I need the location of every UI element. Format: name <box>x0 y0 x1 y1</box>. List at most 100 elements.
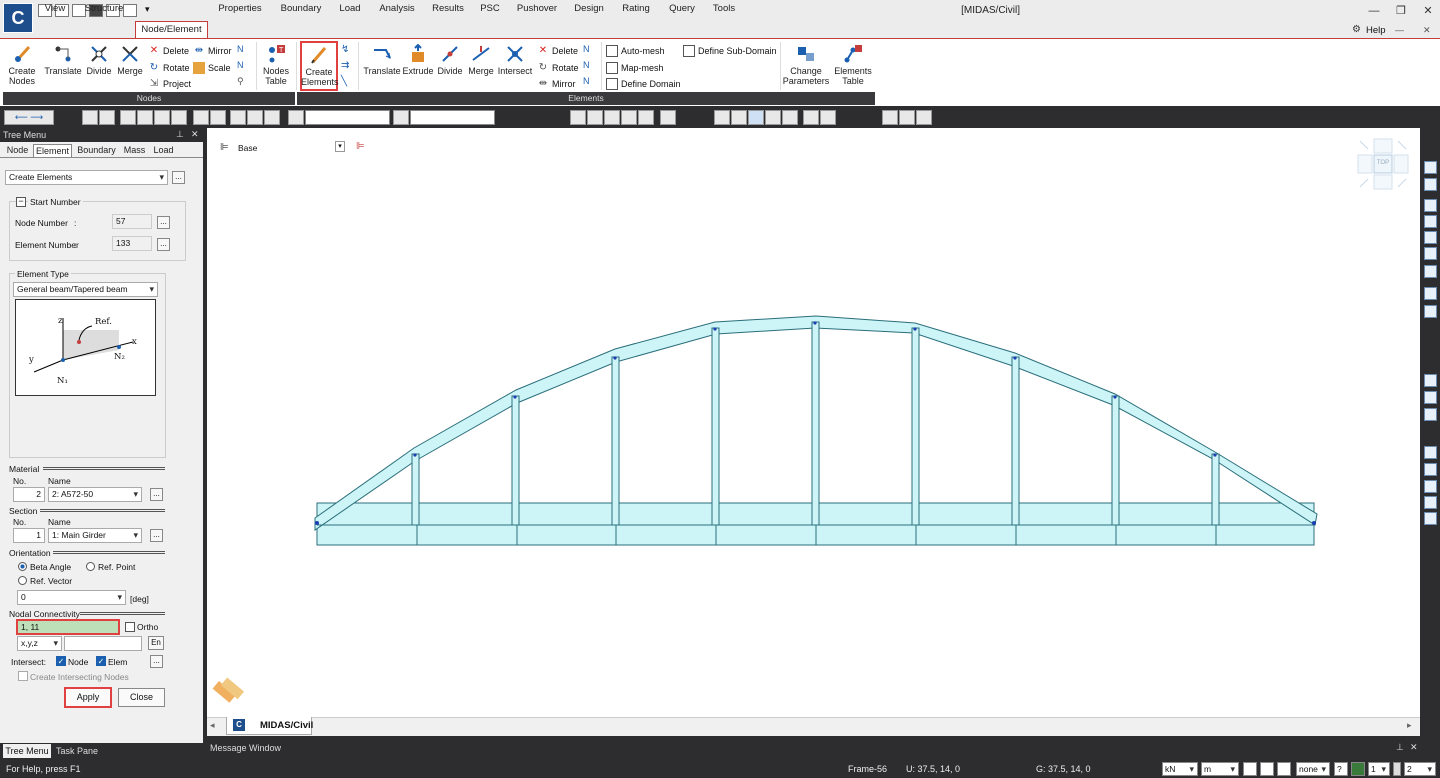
scale-nodes-button[interactable]: Scale <box>193 60 231 75</box>
force-unit-dropdown[interactable]: kN <box>1162 762 1198 776</box>
tab-query[interactable]: Query <box>664 1 700 16</box>
ortho-checkbox[interactable] <box>125 622 135 632</box>
tab-structure[interactable]: Structure <box>80 1 128 16</box>
zoom-icon[interactable] <box>1424 446 1437 459</box>
tree-tab-element[interactable]: Element <box>33 144 72 157</box>
translate-nodes-button[interactable]: Translate <box>44 44 82 76</box>
section-more-button[interactable]: ... <box>150 529 163 542</box>
intersect-button[interactable]: Intersect <box>497 44 533 76</box>
beta-angle-radio[interactable] <box>18 562 27 571</box>
element-tool-icon-4[interactable]: N <box>583 44 590 54</box>
toolbar-icon-26[interactable] <box>899 110 915 125</box>
node-tool-icon-1[interactable]: N <box>237 44 244 54</box>
tree-tab-load[interactable]: Load <box>150 144 177 157</box>
nodal-connectivity-field[interactable]: 1, 11 <box>16 619 120 635</box>
command-dropdown[interactable]: Create Elements <box>5 170 168 185</box>
minimize-button[interactable]: — <box>1366 4 1382 18</box>
toolbar-icon-1[interactable] <box>82 110 98 125</box>
map-mesh-button[interactable]: Map-mesh <box>606 60 664 75</box>
element-tool-icon-3[interactable]: ╲ <box>341 76 347 87</box>
element-number-more-button[interactable]: ... <box>157 238 170 251</box>
define-domain-button[interactable]: Define Domain <box>606 76 681 91</box>
mirror-nodes-button[interactable]: ⇹ Mirror <box>193 43 232 58</box>
view-tab[interactable]: C MIDAS/Civil <box>226 717 313 735</box>
tab-tools[interactable]: Tools <box>708 1 740 16</box>
element-tool-icon-6[interactable]: N <box>583 76 590 86</box>
scroll-left-icon[interactable]: ◂ <box>210 720 215 731</box>
tree-tab-boundary[interactable]: Boundary <box>74 144 119 157</box>
extrude-button[interactable]: Extrude <box>402 44 434 76</box>
change-parameters-button[interactable]: Change Parameters <box>783 44 829 86</box>
toolbar-icon-13[interactable] <box>587 110 603 125</box>
tab-rating[interactable]: Rating <box>616 1 656 16</box>
divide-elements-button[interactable]: Divide <box>435 44 465 76</box>
auto-mesh-button[interactable]: Auto-mesh <box>606 43 665 58</box>
ref-vector-radio[interactable] <box>18 576 27 585</box>
toolbar-icon-4[interactable] <box>137 110 153 125</box>
help-icon[interactable]: ⚙ <box>1352 24 1361 35</box>
view-tool-icon[interactable] <box>1424 265 1437 278</box>
mirror-elements-button[interactable]: ⇹ Mirror <box>537 76 576 91</box>
toolbar-icon-19[interactable] <box>731 110 747 125</box>
merge-nodes-button[interactable]: Merge <box>115 44 145 76</box>
toolbar-icon-14[interactable] <box>604 110 620 125</box>
toolbar-icon-16[interactable] <box>638 110 654 125</box>
view-cube[interactable]: TOP <box>1357 138 1409 190</box>
beta-angle-input[interactable]: 0 <box>17 590 126 605</box>
zoom-icon[interactable] <box>1424 391 1437 404</box>
tab-boundary[interactable]: Boundary <box>276 1 326 16</box>
task-pane-footer-tab[interactable]: Task Pane <box>56 744 98 758</box>
collapse-icon[interactable]: − <box>16 197 26 207</box>
tab-psc[interactable]: PSC <box>476 1 504 16</box>
zoom-icon[interactable] <box>1424 408 1437 421</box>
view-tool-icon[interactable] <box>1424 305 1437 318</box>
merge-elements-button[interactable]: Merge <box>466 44 496 76</box>
scroll-right-icon[interactable]: ▸ <box>1407 720 1412 731</box>
length-unit-dropdown[interactable]: m <box>1201 762 1239 776</box>
select-pointer-icon[interactable] <box>288 110 304 125</box>
count-dropdown[interactable]: 2 <box>1404 762 1436 776</box>
material-dropdown[interactable]: 2: A572-50 <box>48 487 142 502</box>
enter-button[interactable]: En <box>148 636 164 650</box>
translate-elements-button[interactable]: Translate <box>363 44 401 76</box>
tab-properties[interactable]: Properties <box>214 1 266 16</box>
level-tool-icon[interactable]: ⊫ <box>356 141 365 152</box>
zoom-fit-icon[interactable] <box>1424 512 1437 525</box>
help-question-icon[interactable]: ? <box>1334 762 1348 776</box>
snap-icon[interactable] <box>1243 762 1257 776</box>
view-tool-icon[interactable] <box>1424 161 1437 174</box>
restore-button[interactable]: ❐ <box>1393 4 1409 18</box>
model-viewport[interactable]: ⊫ Base ▾ ⊫ TOP <box>207 128 1420 736</box>
toolbar-icon-23[interactable] <box>803 110 819 125</box>
element-tool-icon-5[interactable]: N <box>583 60 590 70</box>
zoom-icon[interactable] <box>1424 463 1437 476</box>
define-sub-domain-button[interactable]: Define Sub-Domain <box>683 43 777 58</box>
toolbar-icon-7[interactable] <box>193 110 209 125</box>
tab-node-element[interactable]: Node/Element <box>135 21 208 38</box>
apply-button[interactable]: Apply <box>64 687 112 708</box>
delete-nodes-button[interactable]: ✕ Delete <box>148 43 189 58</box>
tab-results[interactable]: Results <box>428 1 468 16</box>
view-tool-icon[interactable] <box>1424 178 1437 191</box>
toolbar-icon-24[interactable] <box>820 110 836 125</box>
quick-access-menu-icon[interactable]: ▾ <box>145 4 150 15</box>
view-tool-icon[interactable] <box>1424 215 1437 228</box>
toolbar-icon-9[interactable] <box>230 110 246 125</box>
help-menu[interactable]: Help <box>1366 25 1386 36</box>
create-nodes-button[interactable]: Create Nodes <box>7 44 37 86</box>
project-nodes-button[interactable]: ⇲ Project <box>148 76 191 91</box>
view-tool-icon[interactable] <box>1424 287 1437 300</box>
element-tool-icon-2[interactable]: ⇉ <box>341 60 349 71</box>
toolbar-icon-2[interactable] <box>99 110 115 125</box>
level-dropdown-button[interactable]: ▾ <box>335 141 345 152</box>
element-type-dropdown[interactable]: General beam/Tapered beam <box>13 282 158 297</box>
intersect-elem-checkbox[interactable]: ✓ <box>96 656 106 666</box>
undo-redo-icon[interactable]: ⟵ ⟶ <box>4 110 54 125</box>
rotate-nodes-button[interactable]: ↻ Rotate <box>148 60 190 75</box>
ribbon-minimize-icon[interactable]: — <box>1395 25 1404 35</box>
zoom-out-icon[interactable] <box>1424 496 1437 509</box>
zoom-in-icon[interactable] <box>1424 480 1437 493</box>
section-dropdown[interactable]: 1: Main Girder <box>48 528 142 543</box>
ref-point-radio[interactable] <box>86 562 95 571</box>
close-button[interactable]: ✕ <box>1420 4 1436 18</box>
